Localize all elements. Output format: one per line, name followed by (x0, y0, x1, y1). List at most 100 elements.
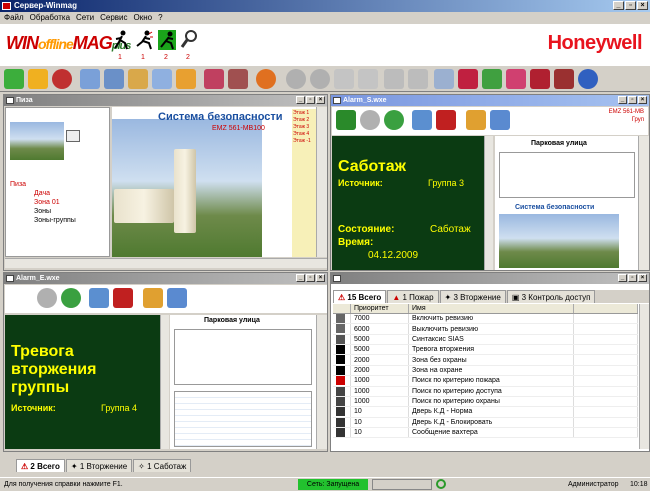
restore-button[interactable]: ▫ (306, 96, 315, 104)
window-alarm-e-titlebar[interactable]: Alarm_E.wxe _ ▫ × (4, 273, 327, 284)
exit-icon[interactable] (4, 69, 24, 89)
menu-window[interactable]: Окно (134, 12, 153, 24)
vertical-scrollbar[interactable] (316, 107, 327, 257)
horizontal-scrollbar[interactable] (5, 258, 327, 268)
close-button[interactable]: × (638, 274, 647, 282)
magnifier-icon[interactable] (180, 30, 198, 50)
table-row[interactable]: 2000 Зона на охране (333, 365, 638, 377)
user-walk-icon[interactable] (112, 30, 130, 50)
close-button[interactable]: × (316, 96, 325, 104)
home-icon[interactable] (66, 130, 80, 142)
priority-column-header[interactable]: Приоритет (350, 304, 409, 315)
vertical-scrollbar[interactable] (484, 136, 493, 270)
table-row[interactable]: 2000 Зона без охраны (333, 354, 638, 366)
back-icon[interactable] (360, 110, 380, 130)
zone-legend-item[interactable]: Этаж 1 (293, 110, 315, 117)
tag-icon[interactable] (434, 69, 454, 89)
window-alarm-s-titlebar[interactable]: Alarm_S.wxe _ ▫ × (331, 95, 649, 106)
tree-item-zone01[interactable]: Зона 01 (10, 198, 76, 207)
minimize-button[interactable]: _ (296, 274, 305, 282)
vertical-scrollbar[interactable] (160, 315, 169, 449)
menu-file[interactable]: Файл (4, 12, 24, 24)
settings-icon[interactable] (176, 69, 196, 89)
export-icon[interactable] (408, 69, 428, 89)
panel-icon[interactable] (128, 69, 148, 89)
tab-access-control[interactable]: ▣ 3 Контроль доступ (506, 290, 596, 303)
disable-icon[interactable] (52, 69, 72, 89)
alarm-reset-icon[interactable] (506, 69, 526, 89)
key-icon[interactable] (28, 69, 48, 89)
delete-icon[interactable] (358, 69, 378, 89)
open-folder-icon[interactable] (89, 288, 109, 308)
grid-icon[interactable] (143, 288, 163, 308)
tree-item-pisa[interactable]: Пиза (10, 180, 76, 189)
vertical-scrollbar[interactable] (638, 136, 649, 270)
group-icon[interactable] (104, 69, 124, 89)
vertical-scrollbar[interactable] (639, 304, 649, 449)
open-folder-icon[interactable] (412, 110, 432, 130)
menu-network[interactable]: Сети (76, 12, 94, 24)
help-icon[interactable] (578, 69, 598, 89)
acknowledge-icon[interactable] (336, 110, 356, 130)
refresh-icon[interactable] (256, 69, 276, 89)
table-row[interactable]: 10 Сообщение вахтера (333, 427, 638, 439)
tree-item-zones[interactable]: Зоны (10, 207, 76, 216)
zone-legend-item[interactable]: Этаж 4 (293, 131, 315, 138)
tab-sabotage-bottom[interactable]: ✧ 1 Саботаж (133, 459, 192, 472)
minimize-button[interactable]: _ (618, 274, 627, 282)
table-row[interactable]: 5000 Синтаксис SIAS (333, 334, 638, 346)
forward-icon[interactable] (384, 110, 404, 130)
tree-item-dacha[interactable]: Дача (10, 189, 76, 198)
export-icon[interactable] (167, 288, 187, 308)
close-button[interactable]: × (638, 96, 647, 104)
open-folder-icon[interactable] (334, 69, 354, 89)
restore-button[interactable]: ▫ (306, 274, 315, 282)
table-row[interactable]: 7000 Включить ревизию (333, 313, 638, 325)
back-icon[interactable] (37, 288, 57, 308)
name-column-header[interactable]: Имя (408, 304, 574, 315)
arm-on-icon[interactable] (482, 69, 502, 89)
table-row[interactable]: 1000 Поиск по критерию доступа (333, 386, 638, 397)
forward-icon[interactable] (61, 288, 81, 308)
tree-item-zone-groups[interactable]: Зоны-группы (10, 216, 76, 225)
user-run-icon[interactable] (135, 30, 153, 50)
window-pisa-titlebar[interactable]: Пиза _ ▫ × (4, 95, 327, 106)
table-row[interactable]: 1000 Поиск по критерию пожара (333, 375, 638, 387)
grid-icon[interactable] (466, 110, 486, 130)
minimize-button[interactable]: _ (296, 96, 305, 104)
table-row[interactable]: 5000 Тревога вторжения (333, 344, 638, 356)
zone-legend-item[interactable]: Этаж 2 (293, 117, 315, 124)
tab-all-bottom[interactable]: ⚠ 2 Всего (16, 459, 65, 472)
zone-legend-item[interactable]: Этаж -1 (293, 138, 315, 145)
minimize-button[interactable]: _ (613, 1, 624, 10)
restore-button[interactable]: ▫ (628, 96, 637, 104)
tab-all[interactable]: ⚠ 15 Всего (333, 290, 387, 303)
window-events-titlebar[interactable]: _ ▫ × (331, 273, 649, 284)
restore-button[interactable]: ▫ (625, 1, 636, 10)
close-button[interactable]: × (316, 274, 325, 282)
close-button[interactable]: × (637, 1, 648, 10)
arm-off-icon[interactable] (458, 69, 478, 89)
forward-icon[interactable] (310, 69, 330, 89)
scissors-icon[interactable] (228, 69, 248, 89)
minimize-button[interactable]: _ (618, 96, 627, 104)
user-alarm-icon[interactable] (158, 30, 176, 50)
lock-icon[interactable] (530, 69, 550, 89)
table-row[interactable]: 10 Дверь К.Д - Блокировать (333, 417, 638, 428)
back-icon[interactable] (286, 69, 306, 89)
export-icon[interactable] (490, 110, 510, 130)
restore-button[interactable]: ▫ (628, 274, 637, 282)
delete-icon[interactable] (436, 110, 456, 130)
vertical-scrollbar[interactable] (316, 315, 327, 449)
table-row[interactable]: 1000 Поиск по критерию охраны (333, 396, 638, 408)
delete-icon[interactable] (113, 288, 133, 308)
zone-legend-item[interactable]: Этаж 3 (293, 124, 315, 131)
list-icon[interactable] (152, 69, 172, 89)
menu-help[interactable]: ? (158, 12, 162, 24)
tab-intrusion[interactable]: ✦ 3 Вторжение (439, 290, 506, 303)
menu-processing[interactable]: Обработка (30, 12, 70, 24)
block-icon[interactable] (554, 69, 574, 89)
tools-icon[interactable] (204, 69, 224, 89)
tab-intrusion-bottom[interactable]: ✦ 1 Вторжение (65, 459, 133, 472)
users-icon[interactable] (80, 69, 100, 89)
